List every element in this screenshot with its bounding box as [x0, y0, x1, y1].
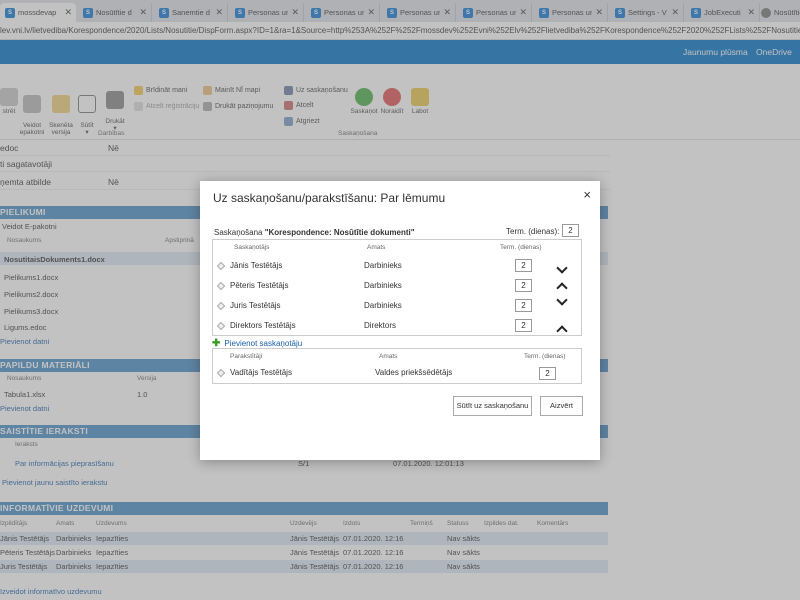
approvers-panel: Saskaņotājs Amats Term. (dienas) Jānis T… [212, 239, 582, 336]
approver-role: Darbinieks [364, 261, 402, 270]
drag-handle-icon[interactable] [216, 321, 226, 331]
approval-dialog: Uz saskaņošanu/parakstīšanu: Par lēmumu … [200, 181, 600, 460]
approver-row[interactable]: Pēteris Testētājs Darbinieks [213, 278, 581, 298]
term-days-input[interactable] [562, 224, 579, 237]
signers-panel: Parakstītāji Amats Term. (dienas) Vadītā… [212, 348, 582, 384]
column-header: Term. (dienas) [500, 244, 542, 251]
approver-name: Jānis Testētājs [230, 261, 283, 270]
approver-term-input[interactable] [515, 299, 532, 312]
move-up-icon[interactable] [556, 323, 568, 335]
column-header: Saskaņotājs [234, 244, 270, 251]
approver-term-input[interactable] [515, 279, 532, 292]
drag-handle-icon[interactable] [216, 281, 226, 291]
approver-row[interactable]: Jānis Testētājs Darbinieks [213, 258, 581, 278]
flow-name: "Korespondence: Nosūtītie dokumenti" [264, 228, 415, 237]
signer-term-input[interactable] [539, 367, 556, 380]
column-header: Term. (dienas) [524, 353, 566, 360]
approver-role: Direktors [364, 321, 397, 330]
signer-role: Valdes priekšsēdētājs [375, 368, 453, 377]
dialog-title: Uz saskaņošanu/parakstīšanu: Par lēmumu [213, 191, 446, 205]
drag-handle-icon[interactable] [216, 368, 226, 378]
close-button[interactable]: Aizvērt [540, 396, 583, 416]
move-down-icon[interactable] [556, 264, 568, 276]
approver-row[interactable]: Juris Testētājs Darbinieks [213, 298, 581, 318]
close-icon[interactable]: × [583, 187, 591, 202]
column-header: Amats [367, 244, 386, 251]
signer-row[interactable]: Vadītājs Testētājs Valdes priekšsēdētājs [213, 365, 581, 385]
signer-name: Vadītājs Testētājs [230, 368, 292, 377]
column-header: Amats [379, 353, 398, 360]
drag-handle-icon[interactable] [216, 301, 226, 311]
column-header: Parakstītāji [230, 353, 263, 360]
drag-handle-icon[interactable] [216, 261, 226, 271]
approver-name: Pēteris Testētājs [230, 281, 289, 290]
approver-name: Direktors Testētājs [230, 321, 296, 330]
approver-term-input[interactable] [515, 319, 532, 332]
approver-row[interactable]: Direktors Testētājs Direktors [213, 318, 581, 338]
approver-term-input[interactable] [515, 259, 532, 272]
approver-name: Juris Testētājs [230, 301, 281, 310]
flow-title: Saskaņošana "Korespondence: Nosūtītie do… [214, 228, 415, 237]
move-down-icon[interactable] [556, 296, 568, 308]
approver-role: Darbinieks [364, 301, 402, 310]
term-label: Term. (dienas): [506, 227, 560, 236]
send-for-approval-button[interactable]: Sūtīt uz saskaņošanu [453, 396, 532, 416]
approver-role: Darbinieks [364, 281, 402, 290]
move-up-icon[interactable] [556, 280, 568, 292]
